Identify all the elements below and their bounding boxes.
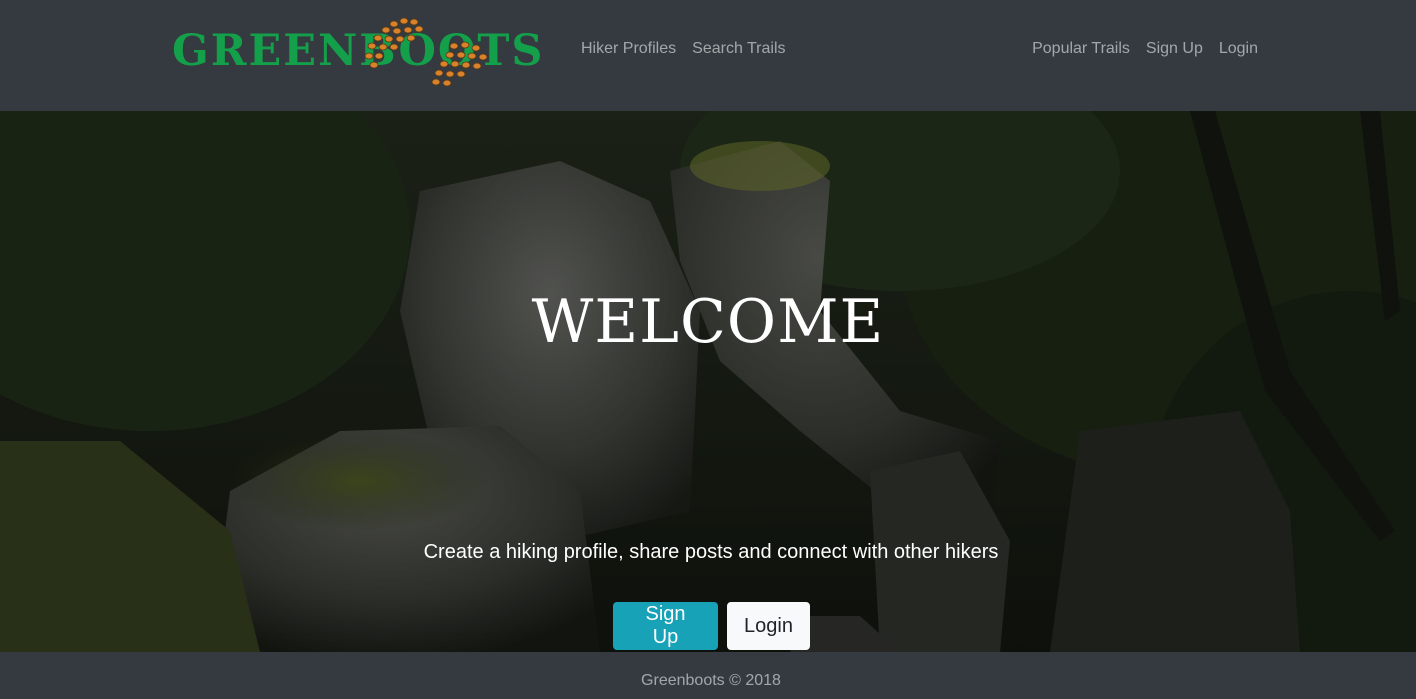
hero-buttons: Sign Up Login (613, 602, 810, 650)
hero-tagline: Create a hiking profile, share posts and… (423, 541, 999, 563)
footer: Greenboots © 2018 (0, 652, 1416, 699)
brand-logo-link[interactable]: GREENBOOTS (172, 16, 542, 88)
nav-login[interactable]: Login (1211, 36, 1266, 62)
navbar: GREENBOOTS Hiker Profiles Search Trails … (0, 0, 1416, 111)
login-button[interactable]: Login (727, 602, 810, 650)
hero-dark-overlay (0, 111, 1416, 652)
footer-copyright: Greenboots © 2018 (641, 672, 781, 689)
nav-left-group: Hiker Profiles Search Trails (573, 36, 794, 62)
hero-title: WELCOME (531, 287, 885, 357)
nav-search-trails[interactable]: Search Trails (684, 36, 793, 62)
boot-prints-icon (364, 17, 488, 87)
signup-button[interactable]: Sign Up (613, 602, 718, 650)
hero-section: WELCOME Create a hiking profile, share p… (0, 111, 1416, 652)
nav-sign-up[interactable]: Sign Up (1138, 36, 1211, 62)
nav-right-group: Popular Trails Sign Up Login (1024, 36, 1266, 62)
nav-popular-trails[interactable]: Popular Trails (1024, 36, 1138, 62)
nav-hiker-profiles[interactable]: Hiker Profiles (573, 36, 684, 62)
